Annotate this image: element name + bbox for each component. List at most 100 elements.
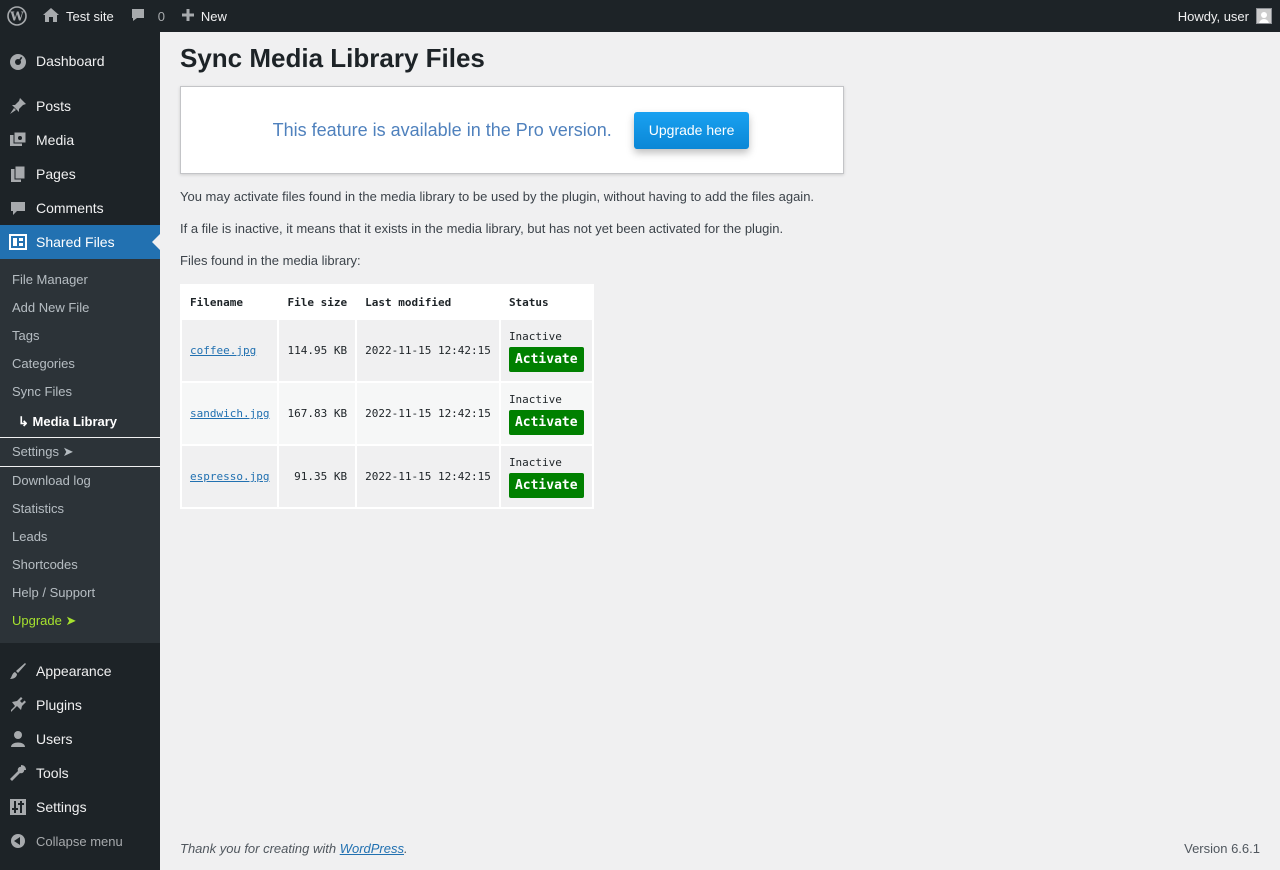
submenu-file-manager[interactable]: File Manager <box>0 266 160 294</box>
wordpress-link[interactable]: WordPress <box>340 841 404 856</box>
site-name: Test site <box>66 8 114 24</box>
menu-dashboard[interactable]: Dashboard <box>0 44 160 78</box>
info-text-activate: You may activate files found in the medi… <box>180 189 815 204</box>
collapse-icon <box>8 831 28 851</box>
avatar <box>1256 8 1272 24</box>
menu-pages[interactable]: Pages <box>0 157 160 191</box>
table-row: sandwich.jpg 167.83 KB 2022-11-15 12:42:… <box>182 383 592 444</box>
menu-plugins[interactable]: Plugins <box>0 688 160 722</box>
admin-sidebar: Dashboard Posts Media Pages Comments Sha… <box>0 32 160 870</box>
menu-label: Pages <box>36 166 76 182</box>
new-content-link[interactable]: New <box>173 0 235 32</box>
site-name-link[interactable]: Test site <box>34 0 122 32</box>
howdy-text: Howdy, user <box>1177 8 1249 24</box>
comment-icon <box>8 198 28 218</box>
shared-files-submenu: File Manager Add New File Tags Categorie… <box>0 259 160 643</box>
pro-notice-text: This feature is available in the Pro ver… <box>272 119 612 140</box>
upgrade-button[interactable]: Upgrade here <box>633 111 750 149</box>
last-modified-cell: 2022-11-15 12:42:15 <box>357 383 499 444</box>
status-cell: Inactive Activate <box>500 320 592 381</box>
collapse-menu-button[interactable]: Collapse menu <box>0 824 160 858</box>
column-header-status: Status <box>508 295 549 309</box>
info-text-inactive: If a file is inactive, it means that it … <box>180 221 784 236</box>
activate-button[interactable]: Activate <box>508 409 584 435</box>
submenu-statistics[interactable]: Statistics <box>0 495 160 523</box>
submenu-media-library[interactable]: ↳ Media Library <box>0 406 160 437</box>
shared-files-icon <box>8 232 28 252</box>
comments-count: 0 <box>157 8 165 24</box>
table-row: coffee.jpg 114.95 KB 2022-11-15 12:42:15… <box>182 320 592 381</box>
admin-bar: W Test site 0 New Howdy, user <box>0 0 1280 32</box>
menu-tools[interactable]: Tools <box>0 756 160 790</box>
thanks-suffix: . <box>404 841 408 856</box>
info-text-files-found: Files found in the media library: <box>180 253 361 268</box>
menu-comments[interactable]: Comments <box>0 191 160 225</box>
submenu-add-new-file[interactable]: Add New File <box>0 294 160 322</box>
plugin-icon <box>8 695 28 715</box>
status-text: Inactive <box>508 392 562 406</box>
menu-label: Media <box>36 132 75 148</box>
filename-cell: sandwich.jpg <box>182 383 278 444</box>
pages-icon <box>8 164 28 184</box>
activate-button[interactable]: Activate <box>508 346 584 372</box>
submenu-tags[interactable]: Tags <box>0 322 160 350</box>
table-row: espresso.jpg 91.35 KB 2022-11-15 12:42:1… <box>182 446 592 507</box>
wrench-icon <box>8 763 28 783</box>
menu-users[interactable]: Users <box>0 722 160 756</box>
menu-label: Settings <box>36 799 87 815</box>
column-header-filename: Filename <box>190 295 243 309</box>
status-cell: Inactive Activate <box>500 383 592 444</box>
menu-settings[interactable]: Settings <box>0 790 160 824</box>
menu-label: Shared Files <box>36 234 115 250</box>
filename-link[interactable]: sandwich.jpg <box>190 407 269 420</box>
menu-label: Plugins <box>36 697 82 713</box>
menu-media[interactable]: Media <box>0 123 160 157</box>
menu-posts[interactable]: Posts <box>0 89 160 123</box>
menu-shared-files[interactable]: Shared Files <box>0 225 160 259</box>
submenu-upgrade[interactable]: Upgrade ➤ <box>0 607 160 635</box>
submenu-leads[interactable]: Leads <box>0 523 160 551</box>
status-text: Inactive <box>508 329 562 343</box>
menu-label: Dashboard <box>36 53 105 69</box>
pro-notice-box: This feature is available in the Pro ver… <box>180 86 844 174</box>
menu-label: Appearance <box>36 663 112 679</box>
activate-button[interactable]: Activate <box>508 472 584 498</box>
file-size-cell: 91.35 KB <box>279 446 356 507</box>
home-icon <box>42 7 60 26</box>
media-icon <box>8 130 28 150</box>
page-title: Sync Media Library Files <box>180 43 485 73</box>
menu-appearance[interactable]: Appearance <box>0 654 160 688</box>
users-icon <box>8 729 28 749</box>
last-modified-cell: 2022-11-15 12:42:15 <box>357 446 499 507</box>
column-header-file-size: File size <box>287 295 348 309</box>
settings-icon <box>8 797 28 817</box>
files-table: Filename File size Last modified Status … <box>180 284 594 509</box>
collapse-label: Collapse menu <box>36 833 123 849</box>
thanks-prefix: Thank you for creating with <box>180 841 340 856</box>
status-cell: Inactive Activate <box>500 446 592 507</box>
filename-link[interactable]: espresso.jpg <box>190 470 269 483</box>
menu-label: Tools <box>36 765 69 781</box>
version-text: Version 6.6.1 <box>1184 841 1260 856</box>
submenu-help-support[interactable]: Help / Support <box>0 579 160 607</box>
wordpress-logo-icon[interactable]: W <box>0 0 34 32</box>
filename-link[interactable]: coffee.jpg <box>190 344 256 357</box>
column-header-last-modified: Last modified <box>365 295 452 309</box>
submenu-shortcodes[interactable]: Shortcodes <box>0 551 160 579</box>
submenu-settings[interactable]: Settings ➤ <box>0 437 160 467</box>
svg-text:W: W <box>9 10 24 24</box>
main-content: Sync Media Library Files This feature is… <box>180 32 1260 509</box>
brush-icon <box>8 661 28 681</box>
menu-label: Comments <box>36 200 104 216</box>
table-header-row: Filename File size Last modified Status <box>182 286 592 318</box>
my-account[interactable]: Howdy, user <box>1170 0 1280 32</box>
admin-footer: Thank you for creating with WordPress. V… <box>180 841 1260 856</box>
comments-link[interactable]: 0 <box>122 0 173 32</box>
submenu-download-log[interactable]: Download log <box>0 467 160 495</box>
submenu-sync-files[interactable]: Sync Files <box>0 378 160 406</box>
footer-thanks: Thank you for creating with WordPress. <box>180 841 408 856</box>
submenu-categories[interactable]: Categories <box>0 350 160 378</box>
file-size-cell: 167.83 KB <box>279 383 356 444</box>
filename-cell: espresso.jpg <box>182 446 278 507</box>
last-modified-cell: 2022-11-15 12:42:15 <box>357 320 499 381</box>
